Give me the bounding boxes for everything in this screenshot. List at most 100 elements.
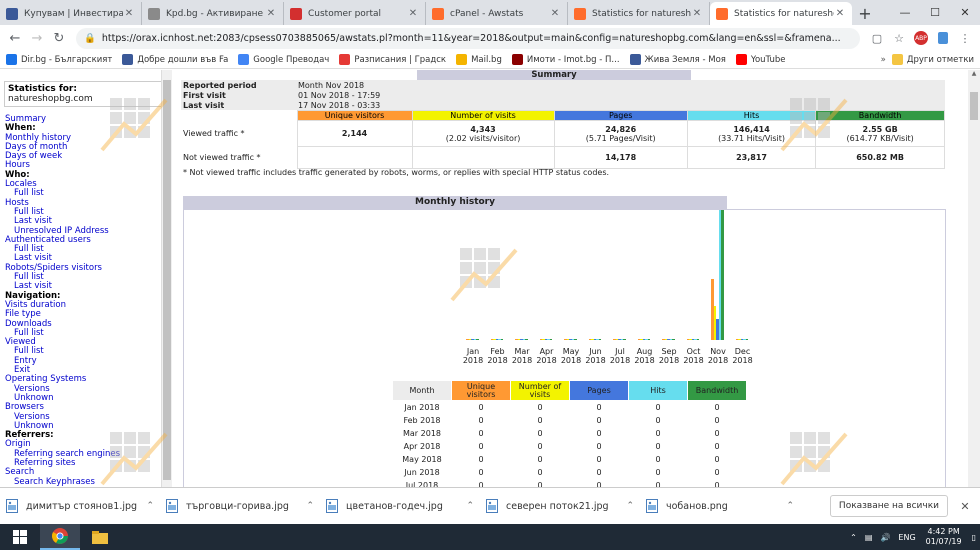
close-tab-icon[interactable]: ✕ (691, 8, 703, 19)
history-value-cell: 0 (537, 415, 543, 425)
download-item[interactable]: северен поток21.jpg ⌃ (486, 499, 646, 513)
chevron-up-icon[interactable]: ⌃ (850, 533, 857, 542)
main-scrollbar[interactable]: ▲ (968, 70, 980, 487)
not-viewed-metric-value (296, 146, 413, 169)
chevron-up-icon[interactable]: ⌃ (146, 501, 154, 511)
history-value-cell: 0 (537, 441, 543, 451)
history-value-cell: 0 (714, 402, 720, 412)
viewed-metric-value: 2,144 (341, 129, 368, 138)
summary-info-table: Reported period Month Nov 2018 First vis… (181, 80, 945, 110)
clock[interactable]: 4:42 PM 01/07/19 (926, 527, 962, 547)
close-tab-icon[interactable]: ✕ (407, 8, 419, 19)
summary-header: Summary (417, 70, 691, 80)
reload-icon[interactable]: ↻ (48, 27, 70, 49)
language-indicator[interactable]: ENG (898, 533, 915, 542)
month-name: Feb (490, 347, 505, 356)
chevron-up-icon[interactable]: ⌃ (626, 501, 634, 511)
chevron-up-icon[interactable]: ⌃ (306, 501, 314, 511)
history-value-cell: 0 (596, 428, 602, 438)
image-file-icon (646, 499, 658, 513)
windows-start-icon[interactable] (0, 524, 40, 550)
metric-header: Pages (553, 110, 688, 121)
network-icon[interactable]: ▤ (865, 533, 873, 542)
close-tab-icon[interactable]: ✕ (265, 8, 277, 19)
chevron-up-icon[interactable]: ⌃ (466, 501, 474, 511)
menu-icon[interactable]: ⋮ (954, 27, 976, 49)
file-explorer-icon[interactable] (80, 524, 120, 550)
star-icon[interactable]: ☆ (888, 27, 910, 49)
menu-scrollbar[interactable] (161, 70, 172, 487)
address-bar[interactable]: 🔒 https://orax.icnhost.net:2083/cpsess07… (76, 27, 860, 49)
bookmark-label: Mail.bg (471, 54, 502, 65)
bookmark-item[interactable]: Имоти - Imot.bg - П... (511, 54, 620, 65)
month-name: Mar (514, 347, 530, 356)
forward-icon[interactable]: → (26, 27, 48, 49)
chart-bar (500, 339, 504, 340)
favicon-icon (290, 7, 302, 20)
bookmark-item[interactable]: Жива Земля - Моя (629, 54, 726, 65)
browser-tab[interactable]: Statistics for natureshop✕ (568, 2, 710, 25)
chevron-up-icon[interactable]: ⌃ (786, 501, 794, 511)
bookmark-item[interactable]: Google Преводач (238, 54, 329, 65)
browser-tab[interactable]: Statistics for natureshop✕ (710, 2, 852, 25)
close-tab-icon[interactable]: ✕ (834, 8, 846, 19)
show-all-button[interactable]: Показване на всички (829, 495, 948, 517)
download-item[interactable]: димитър стоянов1.jpg ⌃ (6, 499, 166, 513)
browser-tab[interactable]: Customer portal ✕ (284, 2, 426, 25)
history-col-header: Month (393, 381, 451, 400)
bookmark-item[interactable]: Mail.bg (456, 54, 502, 65)
close-tab-icon[interactable]: ✕ (123, 8, 135, 19)
browser-tab[interactable]: Kpd.bg - Активиране на✕ (142, 2, 284, 25)
tab-title: Customer portal (308, 8, 382, 19)
other-bookmarks[interactable]: Други отметки (891, 54, 974, 65)
history-row: Jan 2018 0 0 0 0 0 (393, 401, 746, 413)
last-visit-value: 17 Nov 2018 - 03:33 (298, 100, 381, 110)
month-name: Apr (539, 347, 554, 356)
close-tab-icon[interactable]: ✕ (549, 8, 561, 19)
monthly-history-title: Monthly history (183, 196, 727, 209)
viewed-metric-sub: (2.02 visits/visitor) (445, 133, 521, 143)
extension-icon[interactable] (932, 27, 954, 49)
chrome-icon[interactable] (40, 524, 80, 550)
translate-icon[interactable]: ▢ (866, 27, 888, 49)
tab-title: Купувам | Инвестирам (24, 8, 123, 19)
bookmark-item[interactable]: Dir.bg - Българският (6, 54, 112, 65)
minimize-icon[interactable]: — (890, 0, 920, 25)
new-tab-button[interactable]: + (852, 2, 878, 25)
month-year: 2018 (732, 356, 753, 365)
history-col-header: Number of visits (511, 381, 569, 400)
close-icon[interactable]: ✕ (956, 500, 974, 513)
download-item[interactable]: цветанов-годеч.jpg ⌃ (326, 499, 486, 513)
browser-toolbar: ← → ↻ 🔒 https://orax.icnhost.net:2083/cp… (0, 25, 980, 51)
chart-bar (672, 339, 675, 340)
adblock-icon[interactable]: ABP (910, 27, 932, 49)
chart-bar (623, 339, 626, 340)
notification-icon[interactable]: ▯ (972, 533, 976, 542)
viewed-metric-sub: (33.71 Hits/Visit) (718, 133, 786, 143)
history-value-cell: 0 (537, 428, 543, 438)
bookmark-item[interactable]: Разписания | Градск (339, 54, 446, 65)
browser-tab[interactable]: Купувам | Инвестирам ✕ (0, 2, 142, 25)
download-item[interactable]: търговци-горива.jpg ⌃ (166, 499, 326, 513)
month-tick-label: Jan 2018 (462, 347, 484, 365)
menu-link[interactable]: Search Keyphrases (5, 477, 163, 487)
download-item[interactable]: чобанов.png ⌃ (646, 499, 806, 513)
bookmark-item[interactable]: Добре дошли във Fa (122, 54, 228, 65)
close-icon[interactable]: ✕ (950, 0, 980, 25)
image-file-icon (326, 499, 338, 513)
maximize-icon[interactable]: ☐ (920, 0, 950, 25)
more-bookmarks-icon[interactable]: » (881, 55, 886, 65)
month-year: 2018 (536, 356, 557, 365)
history-value-cell: 0 (655, 454, 661, 464)
month-year: 2018 (707, 356, 729, 365)
month-name: May (562, 347, 580, 356)
awstats-menu-frame: Statistics for: natureshopbg.com Summary… (0, 70, 172, 487)
viewed-metric-value: 24,826 (605, 124, 637, 134)
history-col-header: Hits (629, 381, 687, 400)
history-col-header: Unique visitors (452, 381, 510, 400)
month-year: 2018 (585, 356, 606, 365)
volume-icon[interactable]: 🔊 (880, 533, 890, 542)
browser-tab[interactable]: cPanel - Awstats ✕ (426, 2, 568, 25)
back-icon[interactable]: ← (4, 27, 26, 49)
bookmark-item[interactable]: YouTube (735, 54, 785, 65)
